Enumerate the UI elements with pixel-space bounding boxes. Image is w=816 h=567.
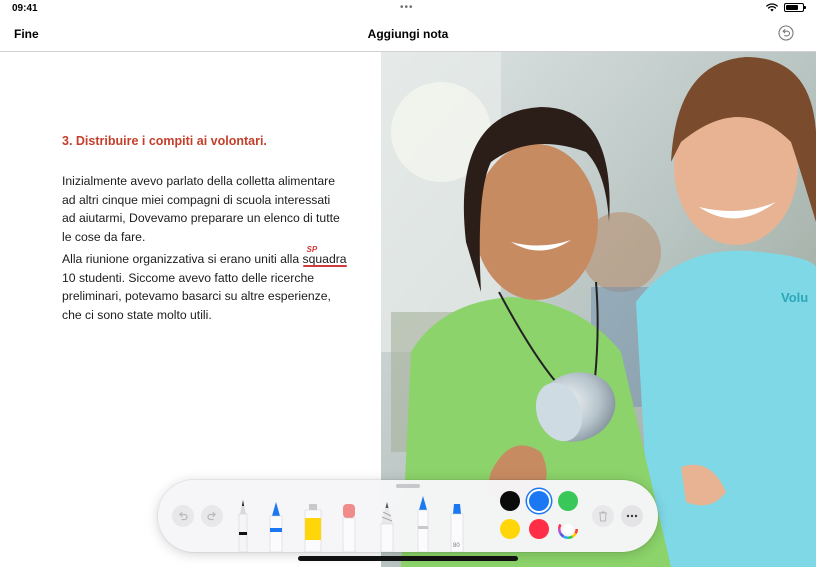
color-wheel-icon[interactable]: [558, 519, 578, 539]
more-button[interactable]: [621, 505, 643, 527]
toolbar-grabber[interactable]: [396, 484, 420, 488]
page-title: Aggiungi nota: [367, 27, 449, 41]
status-time: 09:41: [12, 3, 38, 14]
redo-icon: [207, 512, 216, 521]
trash-icon: [599, 511, 607, 522]
pencil-tool[interactable]: [378, 500, 396, 552]
color-green-swatch[interactable]: [558, 491, 578, 511]
delete-button[interactable]: [592, 505, 614, 527]
undo-icon: [179, 512, 188, 521]
shirt-text: Volu: [781, 290, 808, 305]
pen-tool[interactable]: [236, 500, 250, 552]
highlighter-tool[interactable]: [302, 500, 324, 552]
eraser-tool[interactable]: [340, 500, 358, 552]
fountain-pen-tool[interactable]: [414, 494, 432, 552]
misspelled-word[interactable]: squadra SP: [302, 245, 347, 267]
nav-bar: Fine Aggiungi nota: [0, 18, 816, 52]
section-heading: 3. Distribuire i compiti ai volontari.: [62, 134, 267, 148]
battery-icon: [784, 3, 806, 12]
color-yellow-swatch[interactable]: [500, 519, 520, 539]
color-red-swatch[interactable]: [529, 519, 549, 539]
marker-tool[interactable]: [266, 500, 286, 552]
undo-circle-icon[interactable]: [778, 25, 794, 41]
color-blue-swatch[interactable]: [529, 491, 549, 511]
status-bar: 09:41 •••: [0, 0, 816, 18]
brush-size-label: 80: [453, 543, 460, 549]
redo-button[interactable]: [201, 505, 223, 527]
status-icons: [766, 3, 806, 12]
wifi-icon: [766, 3, 778, 12]
markup-toolbar: 80: [158, 480, 658, 552]
paragraph-2[interactable]: Alla riunione organizzativa si erano uni…: [62, 245, 347, 324]
color-black-swatch[interactable]: [500, 491, 520, 511]
spell-underline: [302, 265, 347, 267]
paragraph-2-end: 10 studenti. Siccome avevo fatto delle r…: [62, 270, 331, 322]
undo-button[interactable]: [172, 505, 194, 527]
multitasking-dots[interactable]: •••: [400, 2, 414, 13]
home-indicator[interactable]: [298, 556, 518, 561]
paragraph-1[interactable]: Inizialmente avevo parlato della collett…: [62, 172, 347, 246]
more-icon: [626, 514, 638, 518]
paragraph-2-start: Alla riunione organizzativa si erano uni…: [62, 252, 303, 266]
spell-mark: SP: [306, 245, 318, 254]
